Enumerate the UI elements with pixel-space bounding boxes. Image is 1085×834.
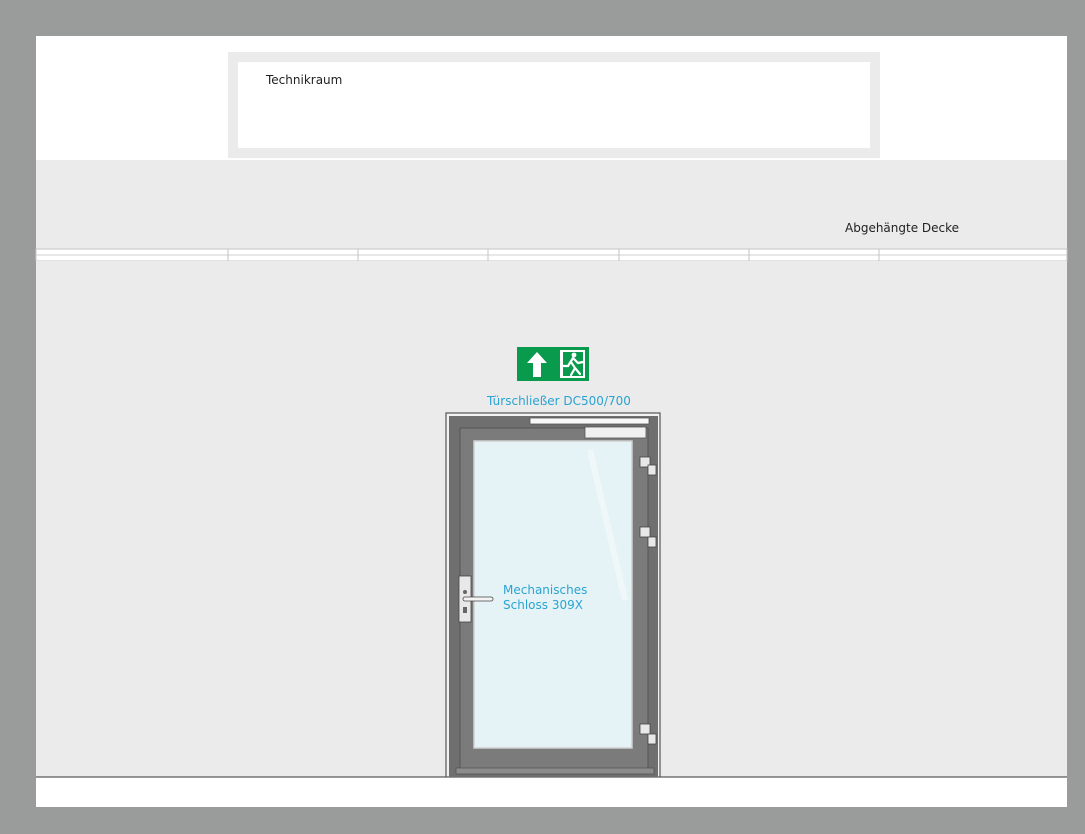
door-closer-label: Türschließer DC500/700	[487, 394, 631, 408]
drawing-canvas	[0, 0, 1085, 834]
elevation-drawing: Technikraum Abgehängte Decke Türschließe…	[0, 0, 1085, 834]
ceiling-label: Abgehängte Decke	[845, 221, 960, 235]
door-closer-arm	[529, 417, 650, 425]
ceiling-grid	[35, 248, 1068, 262]
ceiling-zone	[36, 160, 1067, 249]
room-label: Technikraum	[266, 73, 343, 87]
door-closer-body	[584, 426, 647, 439]
lock-label-line2: Schloss 309X	[503, 598, 583, 612]
running-person-icon	[560, 350, 585, 378]
exit-sign	[517, 347, 589, 381]
lock-label-line1: Mechanisches	[503, 583, 588, 597]
